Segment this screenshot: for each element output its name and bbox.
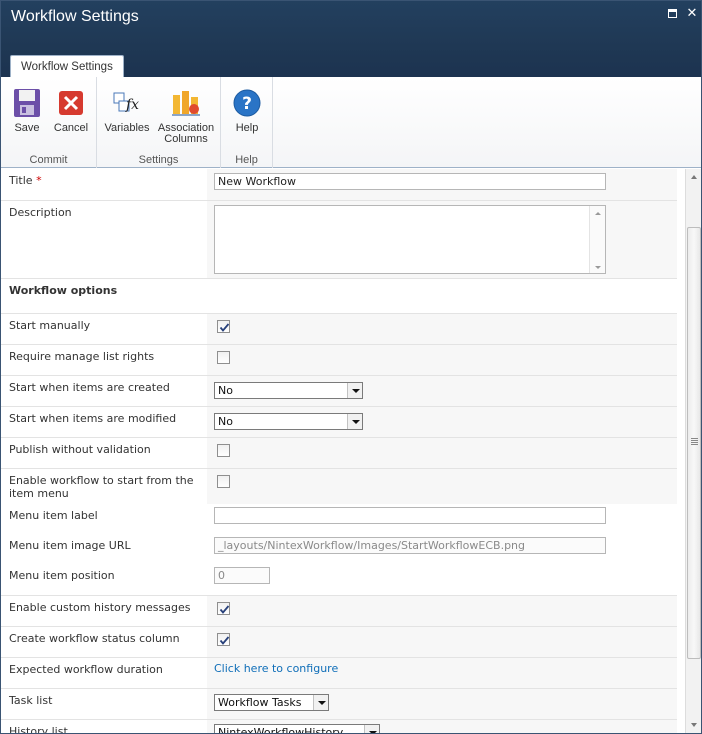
enable-custom-history-label: Enable custom history messages xyxy=(9,601,191,614)
start-manually-checkbox[interactable] xyxy=(217,320,230,333)
maximize-button[interactable] xyxy=(665,7,679,21)
grip-icon xyxy=(691,438,698,445)
ribbon: Save Cancel Commit fx Variables Associat… xyxy=(1,77,701,168)
description-row: Description xyxy=(1,200,677,278)
variables-button[interactable]: fx Variables xyxy=(101,87,153,134)
expected-duration-label: Expected workflow duration xyxy=(9,663,163,676)
close-icon: ✕ xyxy=(686,6,698,21)
history-list-label: History list xyxy=(9,725,68,734)
start-when-modified-label: Start when items are modified xyxy=(9,412,177,425)
help-button[interactable]: ? Help xyxy=(227,87,267,134)
svg-text:?: ? xyxy=(242,94,252,114)
help-icon: ? xyxy=(231,87,263,119)
start-when-modified-row: Start when items are modified No xyxy=(1,406,677,437)
chevron-down-icon xyxy=(347,414,362,429)
commit-group-label: Commit xyxy=(29,154,68,166)
association-columns-icon xyxy=(170,87,202,119)
history-list-row: History list NintexWorkflowHistory xyxy=(1,719,677,734)
history-list-value: NintexWorkflowHistory xyxy=(218,726,344,734)
ribbon-group-settings: fx Variables Association Columns Setting… xyxy=(97,77,221,168)
svg-text:fx: fx xyxy=(125,97,139,113)
title-bar: Workflow Settings ✕ Workflow Settings xyxy=(1,1,701,78)
close-button[interactable]: ✕ xyxy=(685,7,699,21)
enable-start-from-menu-checkbox[interactable] xyxy=(217,475,230,488)
menu-item-position-input[interactable]: 0 xyxy=(214,567,270,584)
create-status-column-row: Create workflow status column xyxy=(1,626,677,657)
association-columns-button[interactable]: Association Columns xyxy=(155,87,217,145)
menu-item-image-url-input[interactable]: _layouts/NintexWorkflow/Images/StartWork… xyxy=(214,537,606,554)
scroll-up-icon[interactable] xyxy=(686,169,701,185)
task-list-row: Task list Workflow Tasks xyxy=(1,688,677,719)
start-when-created-label: Start when items are created xyxy=(9,381,170,394)
tab-workflow-settings[interactable]: Workflow Settings xyxy=(10,55,124,78)
create-status-column-checkbox[interactable] xyxy=(217,633,230,646)
description-textarea[interactable] xyxy=(214,205,606,274)
page-scrollbar[interactable] xyxy=(685,169,701,733)
expected-duration-row: Expected workflow duration Click here to… xyxy=(1,657,677,688)
cancel-icon xyxy=(55,87,87,119)
chevron-down-icon xyxy=(313,695,328,710)
start-when-modified-select[interactable]: No xyxy=(214,413,363,430)
enable-custom-history-row: Enable custom history messages xyxy=(1,595,677,626)
menu-item-position-row: Menu item position 0 xyxy=(1,564,677,595)
variables-icon: fx xyxy=(111,87,143,119)
settings-group-label: Settings xyxy=(138,154,179,166)
cancel-label: Cancel xyxy=(53,122,89,134)
publish-without-validation-checkbox[interactable] xyxy=(217,444,230,457)
cancel-button[interactable]: Cancel xyxy=(51,87,91,134)
floppy-disk-icon xyxy=(11,87,43,119)
publish-without-validation-label: Publish without validation xyxy=(9,443,151,456)
history-list-select[interactable]: NintexWorkflowHistory xyxy=(214,724,380,734)
scroll-down-icon[interactable] xyxy=(686,717,701,733)
ribbon-group-commit: Save Cancel Commit xyxy=(1,77,97,168)
association-columns-label-2: Columns xyxy=(164,133,208,145)
textarea-scrollbar[interactable] xyxy=(589,206,605,273)
dialog-title: Workflow Settings xyxy=(11,8,139,25)
create-status-column-label: Create workflow status column xyxy=(9,632,180,645)
maximize-icon xyxy=(667,9,677,18)
menu-item-image-url-label: Menu item image URL xyxy=(9,539,131,552)
title-row: Title * New Workflow xyxy=(1,169,677,200)
chevron-down-icon xyxy=(364,725,379,733)
menu-item-image-url-row: Menu item image URL _layouts/NintexWorkf… xyxy=(1,534,677,564)
publish-without-validation-row: Publish without validation xyxy=(1,437,677,468)
enable-start-from-menu-row: Enable workflow to start from the item m… xyxy=(1,468,677,504)
title-label: Title * xyxy=(9,174,42,187)
save-button[interactable]: Save xyxy=(7,87,47,134)
start-when-created-select[interactable]: No xyxy=(214,382,363,399)
menu-item-position-label: Menu item position xyxy=(9,569,115,582)
enable-custom-history-checkbox[interactable] xyxy=(217,602,230,615)
workflow-options-heading: Workflow options xyxy=(9,284,118,297)
configure-duration-link[interactable]: Click here to configure xyxy=(214,662,338,675)
require-manage-list-rights-label: Require manage list rights xyxy=(9,350,155,363)
menu-item-label-input[interactable] xyxy=(214,507,606,524)
help-group-label: Help xyxy=(235,154,258,166)
workflow-settings-dialog: Workflow Settings ✕ Workflow Settings Sa… xyxy=(0,0,702,734)
task-list-value: Workflow Tasks xyxy=(218,696,302,709)
menu-item-label-label: Menu item label xyxy=(9,509,98,522)
scrollbar-thumb[interactable] xyxy=(687,227,701,659)
require-manage-list-rights-checkbox[interactable] xyxy=(217,351,230,364)
start-when-modified-value: No xyxy=(218,415,233,428)
task-list-label: Task list xyxy=(9,694,53,707)
required-mark: * xyxy=(36,174,42,187)
workflow-options-section: Workflow options xyxy=(1,278,677,313)
task-list-select[interactable]: Workflow Tasks xyxy=(214,694,329,711)
start-manually-label: Start manually xyxy=(9,319,91,332)
description-label: Description xyxy=(9,206,72,219)
menu-item-label-row: Menu item label xyxy=(1,504,677,534)
title-input[interactable]: New Workflow xyxy=(214,173,606,190)
enable-start-from-menu-label: Enable workflow to start from the item m… xyxy=(9,474,194,500)
start-when-created-value: No xyxy=(218,384,233,397)
help-label: Help xyxy=(235,122,259,134)
save-label: Save xyxy=(14,122,40,134)
settings-form: Title * New Workflow Description Workflo… xyxy=(1,169,685,734)
variables-label: Variables xyxy=(104,122,150,134)
start-manually-row: Start manually xyxy=(1,313,677,344)
start-when-created-row: Start when items are created No xyxy=(1,375,677,406)
chevron-down-icon xyxy=(347,383,362,398)
require-manage-list-rights-row: Require manage list rights xyxy=(1,344,677,375)
ribbon-group-help: ? Help Help xyxy=(221,77,273,168)
